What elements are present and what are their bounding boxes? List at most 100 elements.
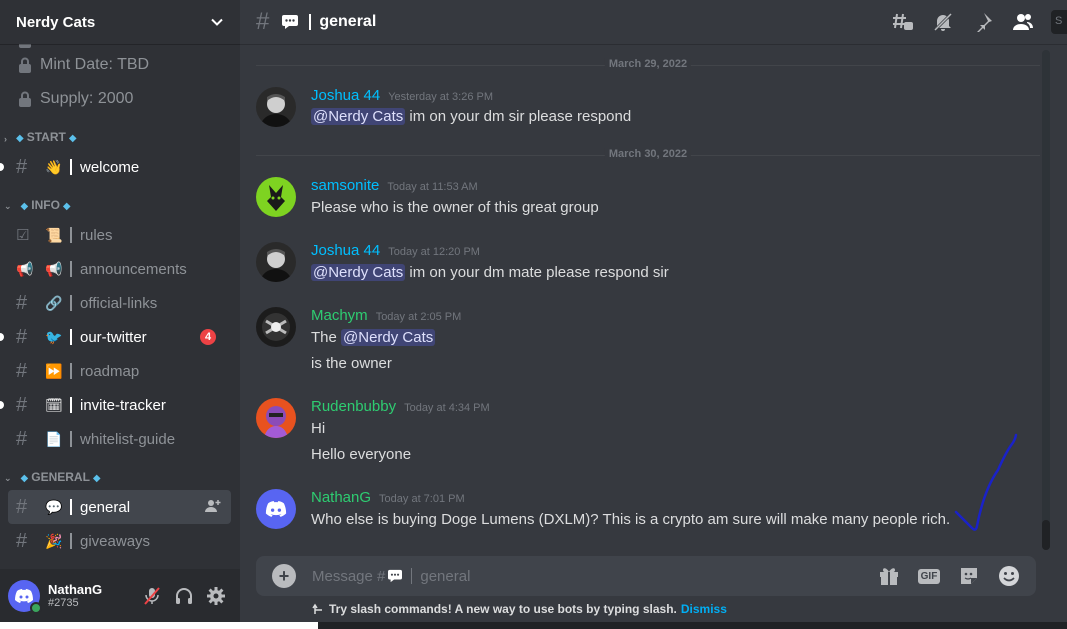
- upload-button[interactable]: +: [272, 564, 296, 588]
- avatar[interactable]: [256, 177, 296, 217]
- member-list-button[interactable]: [1011, 10, 1035, 34]
- avatar[interactable]: [256, 242, 296, 282]
- headphones-icon: [176, 587, 192, 604]
- server-header[interactable]: Nerdy Cats: [0, 0, 240, 44]
- message-header: Joshua 44 Today at 12:20 PM: [311, 242, 480, 259]
- message-timestamp: Today at 12:20 PM: [388, 246, 480, 258]
- message-header: NathanG Today at 7:01 PM: [311, 489, 465, 506]
- message-item[interactable]: Rudenbubby Today at 4:34 PM Hi Hello eve…: [256, 398, 1036, 468]
- sticker-icon: [961, 568, 977, 584]
- dismiss-link[interactable]: Dismiss: [681, 602, 727, 616]
- message-author[interactable]: Joshua 44: [311, 87, 380, 104]
- channel-item-official-links[interactable]: # 🔗 official-links: [0, 286, 232, 320]
- speech-bubble-icon: 💬: [45, 498, 63, 515]
- message-item[interactable]: Machym Today at 2:05 PM The @Nerdy Cats …: [256, 307, 1036, 377]
- fast-forward-icon: ⏩: [45, 362, 63, 379]
- emoji-button[interactable]: [996, 563, 1022, 589]
- channel-label: welcome: [80, 158, 140, 176]
- avatar[interactable]: [256, 398, 296, 438]
- role-mention[interactable]: @Nerdy Cats: [311, 264, 406, 281]
- slash-command-hint: Try slash commands! A new way to use bot…: [312, 602, 727, 616]
- message-text: Hi: [311, 420, 326, 437]
- avatar[interactable]: [256, 489, 296, 529]
- avatar[interactable]: [256, 307, 296, 347]
- gift-button[interactable]: [876, 563, 902, 589]
- user-info[interactable]: NathanG #2735: [48, 582, 136, 609]
- deafen-button[interactable]: [168, 580, 200, 612]
- message-item[interactable]: samsonite Today at 11:53 AM Please who i…: [256, 177, 1036, 219]
- channel-item-welcome[interactable]: # 👋 welcome: [0, 150, 232, 184]
- channel-item-general[interactable]: # 💬 general: [8, 490, 231, 524]
- message-content: @Nerdy Cats im on your dm mate please re…: [311, 264, 669, 281]
- add-member-icon[interactable]: [205, 499, 221, 517]
- channel-item-our-twitter[interactable]: # 🐦 our-twitter 4: [0, 320, 232, 354]
- hash-icon: #: [256, 8, 270, 35]
- mute-microphone-button[interactable]: [136, 580, 168, 612]
- info-line-mint-date: Mint Date: TBD: [0, 48, 240, 82]
- role-mention[interactable]: @Nerdy Cats: [341, 329, 436, 346]
- category-start[interactable]: › ◆ START ◆: [0, 116, 240, 150]
- discord-logo-icon: [265, 501, 287, 517]
- gem-icon: ◆: [68, 133, 77, 144]
- channel-label: our-twitter: [80, 328, 147, 346]
- message-text: is the owner: [311, 355, 392, 372]
- search-input[interactable]: S: [1051, 10, 1067, 34]
- avatar[interactable]: [256, 87, 296, 127]
- header-toolbar: S: [891, 10, 1067, 34]
- channel-item-invite-tracker[interactable]: # 🗓 invite-tracker: [0, 388, 232, 422]
- threads-button[interactable]: [891, 10, 915, 34]
- category-label: GENERAL: [31, 470, 90, 484]
- gem-icon: ◆: [20, 473, 29, 484]
- info-line-text: Supply: 2000: [40, 90, 134, 107]
- message-item[interactable]: Joshua 44 Yesterday at 3:26 PM @Nerdy Ca…: [256, 87, 1036, 129]
- hash-icon: #: [16, 325, 28, 348]
- channel-sidebar: Mint Price: TBD Mint Date: TBD Supply: 2…: [0, 0, 240, 629]
- message-input[interactable]: Message # general: [312, 568, 876, 585]
- channel-label: announcements: [80, 260, 187, 278]
- gif-button[interactable]: GIF: [916, 563, 942, 589]
- unread-indicator: [0, 401, 4, 409]
- channel-title: general: [319, 13, 377, 30]
- channel-item-whitelist-guide[interactable]: # 📄 whitelist-guide: [0, 422, 232, 456]
- message-item[interactable]: NathanG Today at 7:01 PM Who else is buy…: [256, 489, 1036, 531]
- channel-item-roadmap[interactable]: # ⏩ roadmap: [0, 354, 232, 388]
- message-text: The: [311, 329, 342, 346]
- message-author[interactable]: NathanG: [311, 489, 371, 506]
- message-author[interactable]: samsonite: [311, 177, 379, 194]
- message-text: Please who is the owner of this great gr…: [311, 199, 599, 216]
- notification-settings-button[interactable]: [931, 10, 955, 34]
- category-info[interactable]: ⌄ ◆ INFO ◆: [0, 184, 240, 218]
- loudspeaker-icon: 📢: [45, 260, 63, 277]
- message-author[interactable]: Rudenbubby: [311, 398, 396, 415]
- message-author[interactable]: Machym: [311, 307, 368, 324]
- message-item[interactable]: Joshua 44 Today at 12:20 PM @Nerdy Cats …: [256, 242, 1036, 284]
- scrollbar-thumb[interactable]: [1042, 520, 1050, 550]
- sticker-button[interactable]: [956, 563, 982, 589]
- scrollbar[interactable]: [1042, 50, 1050, 550]
- placeholder-channel: general: [420, 567, 471, 585]
- gift-icon: [880, 568, 898, 585]
- microphone-muted-icon: [144, 586, 160, 605]
- calendar-icon: 🗓: [45, 396, 63, 413]
- user-settings-button[interactable]: [200, 580, 232, 612]
- avatar[interactable]: [8, 579, 42, 614]
- category-general[interactable]: ⌄ ◆ GENERAL ◆: [0, 456, 240, 490]
- pinned-messages-button[interactable]: [971, 10, 995, 34]
- channel-label: whitelist-guide: [80, 430, 176, 448]
- message-author[interactable]: Joshua 44: [311, 242, 380, 259]
- channel-item-giveaways[interactable]: # 🎉 giveaways: [0, 524, 232, 558]
- message-header: Joshua 44 Yesterday at 3:26 PM: [311, 87, 493, 104]
- message-composer[interactable]: + Message # general GIF: [256, 556, 1036, 596]
- role-mention[interactable]: @Nerdy Cats: [311, 108, 406, 125]
- divider: [70, 397, 72, 413]
- lock-icon: [19, 57, 31, 73]
- hint-text: Try slash commands! A new way to use bot…: [329, 602, 677, 616]
- channel-item-rules[interactable]: ☑ 📜 rules: [0, 218, 232, 252]
- hash-icon: #: [16, 427, 28, 450]
- channel-item-announcements[interactable]: 📢 📢 announcements: [0, 252, 232, 286]
- channel-list: Mint Price: TBD Mint Date: TBD Supply: 2…: [0, 30, 240, 558]
- bottom-edge-highlight: [0, 622, 318, 629]
- channel-label: general: [80, 498, 131, 516]
- message-text: im on your dm sir please respond: [405, 108, 632, 125]
- server-name: Nerdy Cats: [16, 13, 96, 31]
